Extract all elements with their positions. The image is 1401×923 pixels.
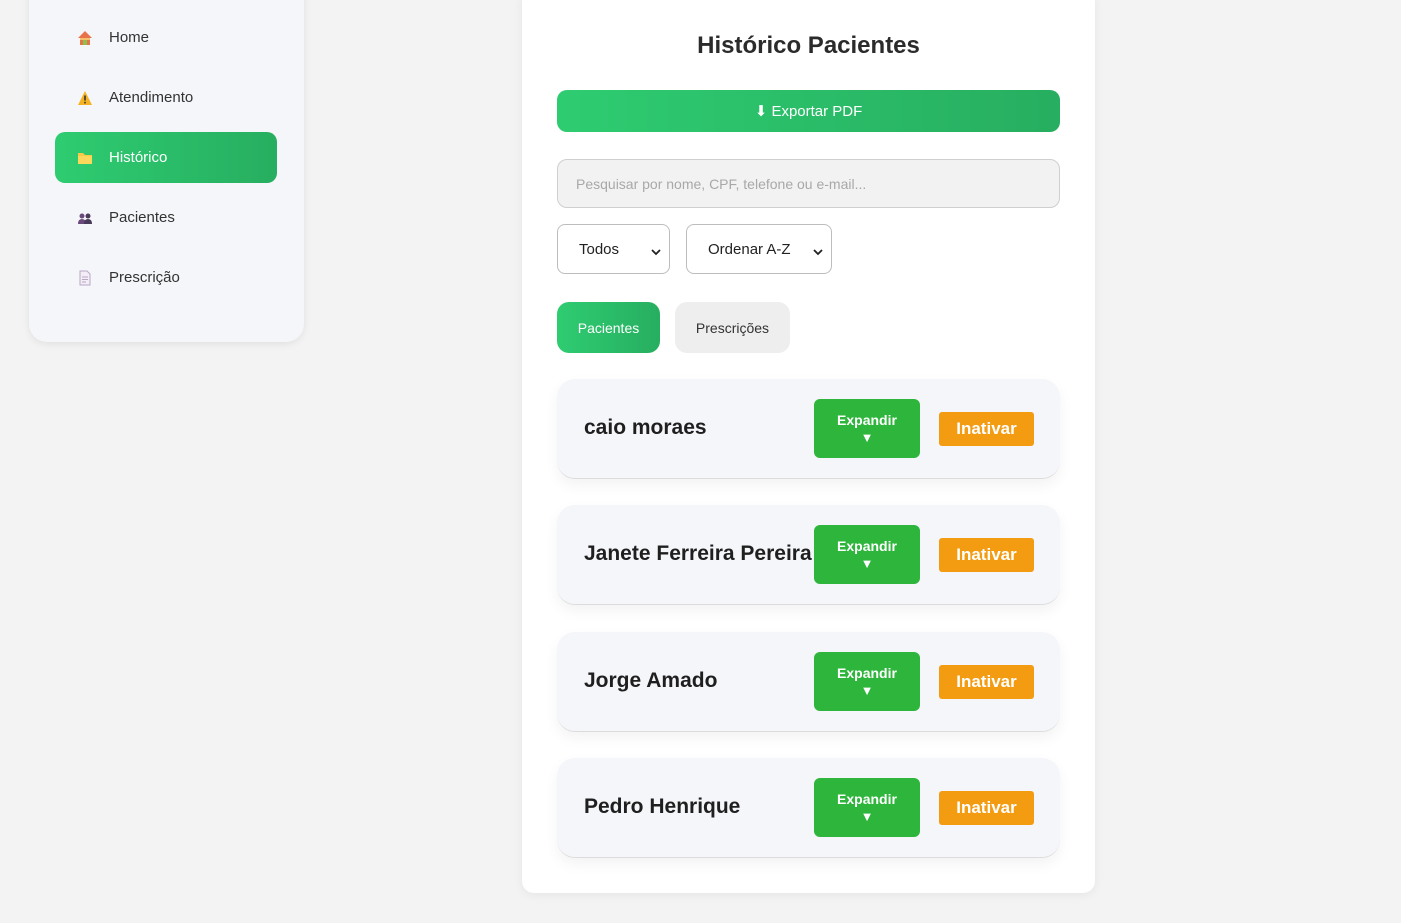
expand-button[interactable]: Expandir ▼ <box>814 525 920 584</box>
expand-label: Expandir <box>837 791 897 807</box>
status-filter-select[interactable]: Todos <box>557 224 670 274</box>
order-select[interactable]: Ordenar A-Z <box>686 224 832 274</box>
triangle-down-icon: ▼ <box>860 556 874 571</box>
chevron-down-icon <box>651 244 661 256</box>
expand-button[interactable]: Expandir ▼ <box>814 399 920 458</box>
sidebar-item-historico[interactable]: Histórico <box>55 132 277 183</box>
people-icon <box>77 210 93 226</box>
patient-card: Jorge Amado Expandir ▼ Inativar <box>557 632 1060 732</box>
patient-card: Pedro Henrique Expandir ▼ Inativar <box>557 758 1060 858</box>
expand-label: Expandir <box>837 538 897 554</box>
patient-name: caio moraes <box>584 416 707 439</box>
chevron-down-icon <box>813 244 823 256</box>
inactivate-button[interactable]: Inativar <box>939 538 1034 572</box>
expand-label: Expandir <box>837 412 897 428</box>
patient-card: caio moraes Expandir ▼ Inativar <box>557 379 1060 479</box>
tab-pacientes[interactable]: Pacientes <box>557 302 660 353</box>
patient-name: Janete Ferreira Pereira <box>584 542 812 565</box>
patient-name: Pedro Henrique <box>584 795 741 818</box>
sidebar-item-label: Histórico <box>109 149 168 166</box>
expand-label: Expandir <box>837 665 897 681</box>
expand-button[interactable]: Expandir ▼ <box>814 778 920 837</box>
patient-name: Jorge Amado <box>584 669 718 692</box>
page-title: Histórico Pacientes <box>697 32 920 59</box>
sidebar-item-label: Pacientes <box>109 209 175 226</box>
house-icon <box>77 30 93 46</box>
sidebar-item-pacientes[interactable]: Pacientes <box>55 192 277 243</box>
tab-prescricoes[interactable]: Prescrições <box>675 302 790 353</box>
sidebar-item-prescricao[interactable]: Prescrição <box>55 252 277 303</box>
order-select-value: Ordenar A-Z <box>708 240 791 258</box>
expand-button[interactable]: Expandir ▼ <box>814 652 920 711</box>
patient-card: Janete Ferreira Pereira Expandir ▼ Inati… <box>557 505 1060 605</box>
sidebar-item-label: Prescrição <box>109 269 180 286</box>
triangle-down-icon: ▼ <box>860 430 874 445</box>
sidebar-item-home[interactable]: Home <box>55 12 277 63</box>
sidebar-item-label: Home <box>109 29 150 46</box>
sidebar-item-atendimento[interactable]: Atendimento <box>55 72 277 123</box>
folder-icon <box>77 150 93 166</box>
inactivate-button[interactable]: Inativar <box>939 412 1034 446</box>
sidebar: Home Atendimento Histórico Pacientes Pre… <box>29 0 304 342</box>
triangle-down-icon: ▼ <box>860 683 874 698</box>
search-input[interactable] <box>557 159 1060 208</box>
triangle-down-icon: ▼ <box>860 809 874 824</box>
inactivate-button[interactable]: Inativar <box>939 791 1034 825</box>
sidebar-item-label: Atendimento <box>109 89 194 106</box>
inactivate-button[interactable]: Inativar <box>939 665 1034 699</box>
history-panel: Histórico Pacientes ⬇ Exportar PDF Todos… <box>522 0 1095 893</box>
warning-icon <box>77 90 93 106</box>
document-icon <box>77 270 93 286</box>
export-pdf-button[interactable]: ⬇ Exportar PDF <box>557 90 1060 132</box>
status-filter-value: Todos <box>579 240 620 258</box>
